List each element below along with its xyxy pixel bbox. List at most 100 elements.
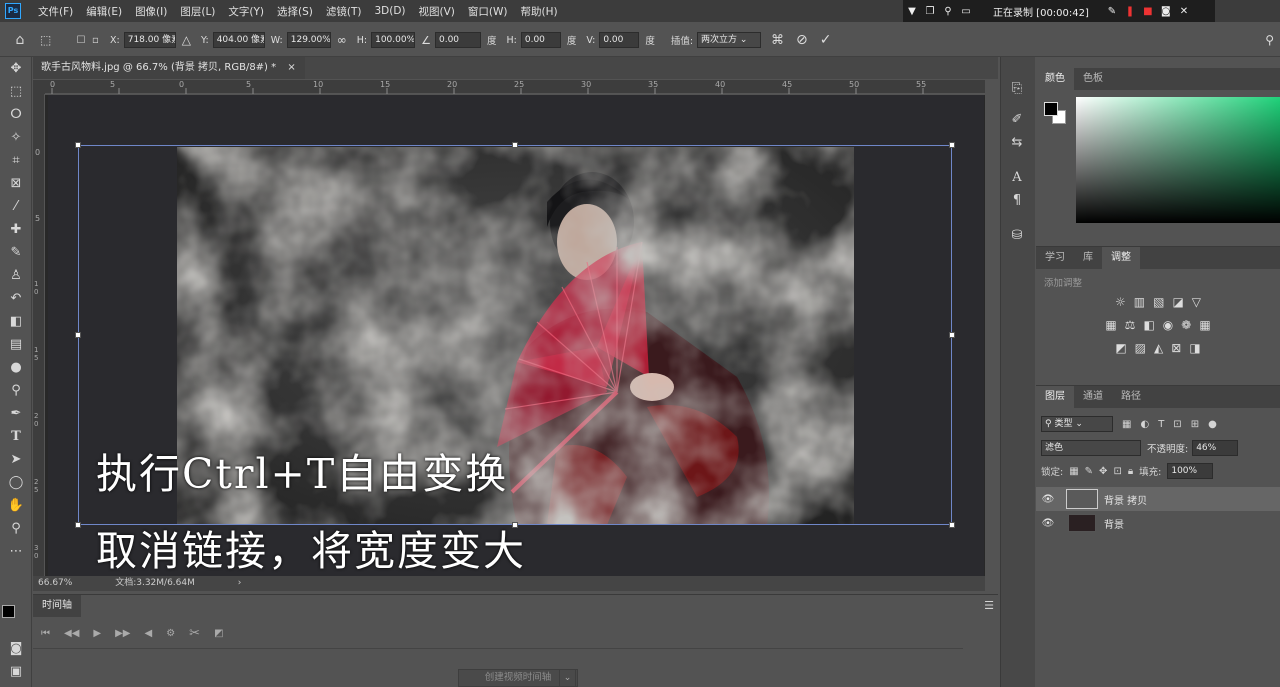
magic-wand-tool-icon[interactable]: ✧ xyxy=(0,126,32,149)
screen-mode-icon[interactable]: ▣ xyxy=(0,660,32,683)
menu-file[interactable]: 文件(F) xyxy=(38,4,73,19)
camera-icon[interactable]: ◙ xyxy=(1160,6,1172,17)
quick-mask-icon[interactable]: ◙ xyxy=(0,637,32,660)
search-icon[interactable]: ⚲ xyxy=(942,6,954,17)
settings-icon[interactable]: ⚙ xyxy=(166,628,175,639)
libraries-icon[interactable]: ⛁ xyxy=(1001,224,1033,247)
menu-layer[interactable]: 图层(L) xyxy=(180,4,215,19)
menu-select[interactable]: 选择(S) xyxy=(277,4,313,19)
region-icon[interactable]: ▭ xyxy=(960,6,972,17)
blend-mode-select[interactable]: 滤色 xyxy=(1041,440,1141,456)
dropdown-icon[interactable]: ▼ xyxy=(906,6,918,17)
transform-handle[interactable] xyxy=(949,332,955,338)
restore-icon[interactable]: ❐ xyxy=(924,6,936,17)
adjustment-filter-icon[interactable]: ◐ xyxy=(1140,419,1149,430)
vskew-field[interactable]: 0.00 xyxy=(599,32,640,48)
lock-transparent-icon[interactable]: ▦ xyxy=(1069,466,1078,477)
lasso-tool-icon[interactable]: ⵔ xyxy=(0,103,32,126)
tab-libraries[interactable]: 库 xyxy=(1074,247,1102,269)
interpolation-select[interactable]: 两次立方 ⌄ xyxy=(697,32,762,48)
close-icon[interactable]: ✕ xyxy=(1178,6,1190,17)
timeline-dropdown-icon[interactable]: ⌄ xyxy=(559,669,576,687)
selective-color-icon[interactable]: ⊠ xyxy=(1171,341,1181,355)
layer-name[interactable]: 背景 拷贝 xyxy=(1104,492,1147,507)
marquee-tool-icon[interactable]: ⬚ xyxy=(0,80,32,103)
transform-handle[interactable] xyxy=(949,522,955,528)
vibrance-icon[interactable]: ▽ xyxy=(1192,295,1201,309)
visibility-eye-icon[interactable]: 👁︎ xyxy=(1036,518,1060,529)
character-panel-icon[interactable]: A xyxy=(1001,166,1033,189)
audio-icon[interactable]: ◀ xyxy=(144,628,152,639)
exposure-icon[interactable]: ◪ xyxy=(1172,295,1183,309)
lock-all-icon[interactable]: 🔒︎ xyxy=(1128,466,1133,477)
hue-saturation-icon[interactable]: ▦ xyxy=(1105,318,1116,332)
lock-artboard-icon[interactable]: ⊡ xyxy=(1113,466,1121,477)
cancel-transform-icon[interactable]: ⊘ xyxy=(796,32,808,48)
tab-layers[interactable]: 图层 xyxy=(1036,386,1074,408)
menu-help[interactable]: 帮助(H) xyxy=(521,4,558,19)
fill-field[interactable]: 100% xyxy=(1167,463,1214,479)
menu-edit[interactable]: 编辑(E) xyxy=(86,4,122,19)
panel-menu-icon[interactable]: ☰ xyxy=(984,599,994,612)
opacity-field[interactable]: 46% xyxy=(1192,440,1239,456)
transform-handle[interactable] xyxy=(512,142,518,148)
paragraph-panel-icon[interactable]: ¶ xyxy=(1001,189,1033,212)
color-picker-field[interactable] xyxy=(1076,97,1280,223)
hand-tool-icon[interactable]: ✋ xyxy=(0,494,32,517)
tab-color[interactable]: 颜色 xyxy=(1036,68,1074,90)
foreground-color-swatch[interactable] xyxy=(2,605,15,618)
gradient-tool-icon[interactable]: ▤ xyxy=(0,333,32,356)
horizontal-ruler[interactable]: 0 5 0 5 10 15 20 25 30 35 40 45 50 55 xyxy=(45,80,985,94)
history-panel-icon[interactable]: ⎘ xyxy=(1001,77,1033,100)
height-field[interactable]: 100.00% xyxy=(371,32,416,48)
dodge-tool-icon[interactable]: ⚲ xyxy=(0,379,32,402)
adjust-properties-icon[interactable]: ⇆ xyxy=(1001,131,1033,154)
clone-stamp-tool-icon[interactable]: ♙ xyxy=(0,264,32,287)
transform-handle[interactable] xyxy=(949,142,955,148)
next-frame-icon[interactable]: ▶▶ xyxy=(115,628,130,639)
curves-icon[interactable]: ▧ xyxy=(1153,295,1164,309)
delta-icon[interactable]: △ xyxy=(182,33,191,47)
layer-row[interactable]: 👁︎ 背景 拷贝 xyxy=(1036,487,1280,511)
lock-pixels-icon[interactable]: ✎ xyxy=(1085,466,1093,477)
pixel-filter-icon[interactable]: ▦ xyxy=(1122,419,1131,430)
reference-point-checkbox[interactable]: ☐ xyxy=(70,35,92,46)
transform-handle[interactable] xyxy=(75,142,81,148)
shape-filter-icon[interactable]: ⊡ xyxy=(1173,419,1181,430)
first-frame-icon[interactable]: ⏮ xyxy=(41,628,50,639)
tab-learn[interactable]: 学习 xyxy=(1036,247,1074,269)
zoom-level[interactable]: 66.67% xyxy=(38,578,72,588)
menu-view[interactable]: 视图(V) xyxy=(419,4,455,19)
menu-window[interactable]: 窗口(W) xyxy=(468,4,508,19)
layer-name[interactable]: 背景 xyxy=(1104,516,1124,531)
ellipse-tool-icon[interactable]: ◯ xyxy=(0,471,32,494)
transition-icon[interactable]: ◩ xyxy=(214,628,223,639)
color-balance-icon[interactable]: ⚖ xyxy=(1125,318,1136,332)
layer-row[interactable]: 👁︎ 背景 xyxy=(1036,511,1280,535)
filter-toggle-icon[interactable]: ● xyxy=(1208,419,1217,430)
angle-field[interactable]: 0.00 xyxy=(434,32,481,48)
menu-type[interactable]: 文字(Y) xyxy=(228,4,264,19)
split-icon[interactable]: ✂ xyxy=(189,626,200,641)
transform-handle[interactable] xyxy=(75,522,81,528)
brush-settings-icon[interactable]: ✐ xyxy=(1001,108,1033,131)
pen-icon[interactable]: ✎ xyxy=(1106,6,1118,17)
lock-position-icon[interactable]: ✥ xyxy=(1099,466,1107,477)
eyedropper-tool-icon[interactable]: ⁄ xyxy=(0,195,32,218)
x-field[interactable]: 718.00 像素 xyxy=(123,32,176,48)
visibility-eye-icon[interactable]: 👁︎ xyxy=(1036,494,1060,505)
posterize-icon[interactable]: ▨ xyxy=(1135,341,1146,355)
pause-icon[interactable]: ❚ xyxy=(1124,6,1136,17)
warp-icon[interactable]: ⌘ xyxy=(771,33,784,48)
play-icon[interactable]: ▶ xyxy=(93,628,101,639)
layer-filter-select[interactable]: ⚲ 类型 ⌄ xyxy=(1041,416,1113,432)
type-filter-icon[interactable]: T xyxy=(1158,419,1164,430)
foreground-color-swatch[interactable] xyxy=(1044,102,1058,116)
smart-filter-icon[interactable]: ⊞ xyxy=(1191,419,1199,430)
document-tab[interactable]: 歌手古风物料.jpg @ 66.7% (背景 拷贝, RGB/8#) * × xyxy=(33,57,305,79)
healing-brush-tool-icon[interactable]: ✚ xyxy=(0,218,32,241)
history-brush-tool-icon[interactable]: ↶ xyxy=(0,287,32,310)
brush-tool-icon[interactable]: ✎ xyxy=(0,241,32,264)
hskew-field[interactable]: 0.00 xyxy=(520,32,561,48)
reference-point-icon[interactable]: ▫ xyxy=(92,35,104,46)
